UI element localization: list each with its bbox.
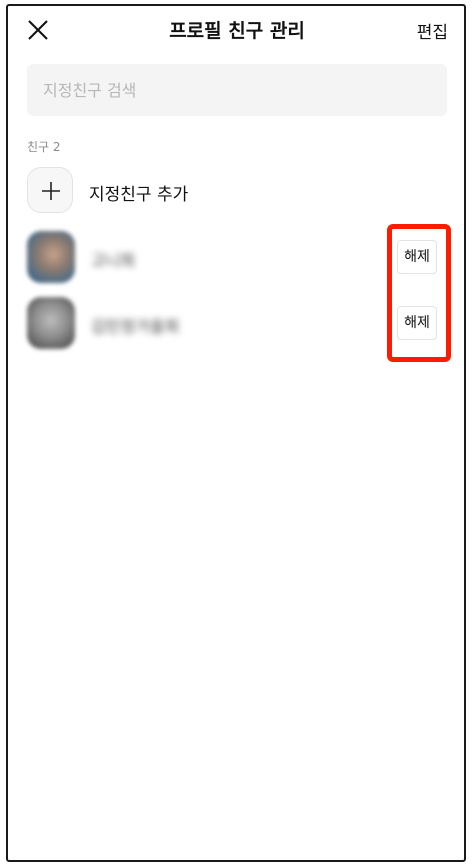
friend-name: 고니희 (91, 251, 136, 270)
list-item[interactable]: 고니희 해제 (27, 231, 447, 283)
add-icon-box (27, 167, 73, 213)
avatar (27, 231, 75, 283)
friend-name: 김민정가을희 (91, 317, 180, 336)
add-favorite-friend-row[interactable]: 지정친구 추가 (27, 167, 447, 215)
avatar (27, 297, 75, 349)
friend-count-label: 친구 2 (27, 140, 61, 154)
search-input[interactable] (27, 64, 447, 116)
app-frame (6, 4, 466, 862)
unpin-button[interactable]: 해제 (397, 240, 437, 274)
add-friend-label: 지정친구 추가 (89, 185, 189, 205)
unpin-button[interactable]: 해제 (397, 306, 437, 340)
edit-button[interactable]: 편집 (417, 18, 448, 43)
list-item[interactable]: 김민정가을희 해제 (27, 297, 447, 349)
page-title: 프로필 친구 관리 (169, 20, 305, 42)
header: 프로필 친구 관리 편집 (0, 0, 474, 60)
plus-icon (42, 182, 60, 200)
